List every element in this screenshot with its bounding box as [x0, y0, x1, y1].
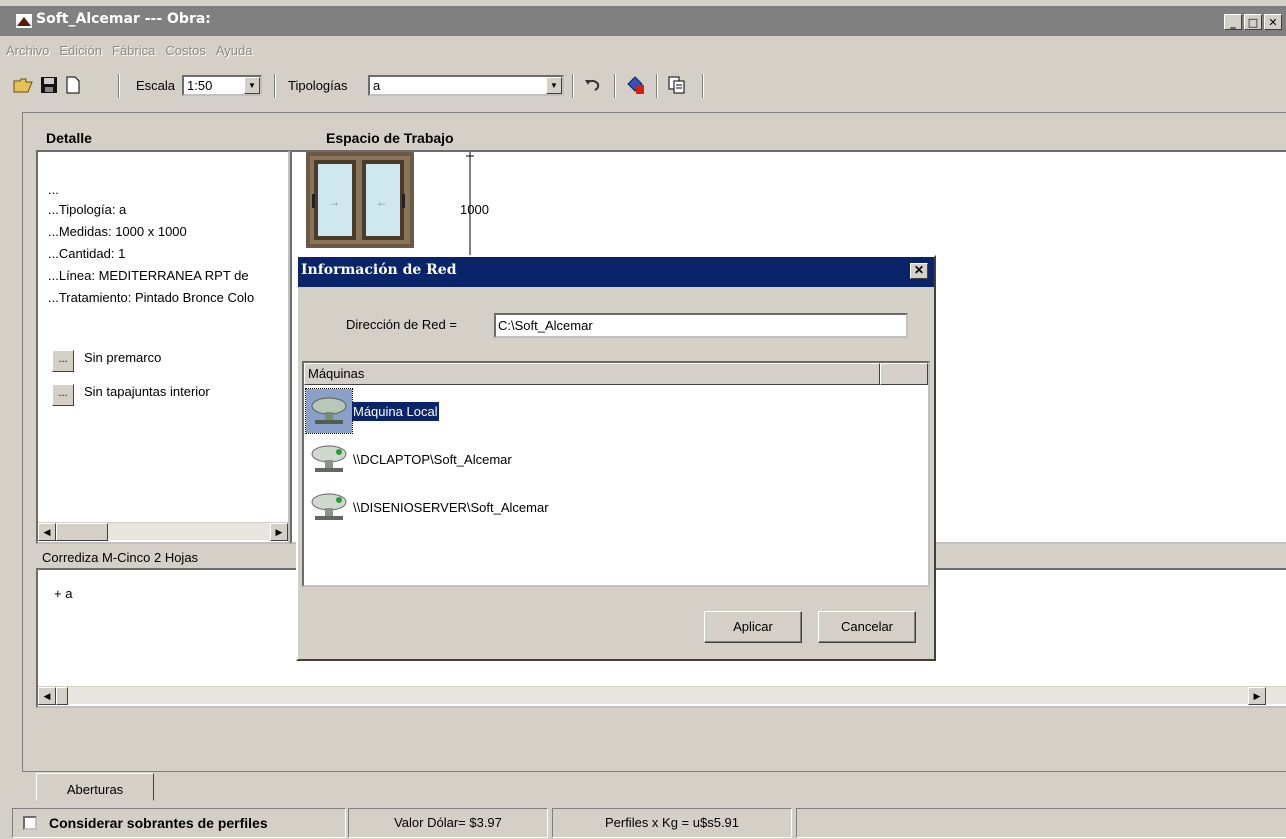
detail-line: ...Tipología: a	[48, 202, 127, 217]
typologies-label: Tipologías	[288, 78, 348, 93]
status-empty	[796, 808, 1286, 838]
column-header-machines[interactable]: Máquinas	[304, 363, 880, 385]
menu-ayuda[interactable]: Ayuda	[216, 40, 253, 62]
network-drive-icon	[306, 437, 352, 481]
window-drawing: → ←	[306, 152, 474, 262]
premarco-button[interactable]: ...	[52, 350, 74, 372]
scale-label: Escala	[136, 78, 176, 93]
detail-panel: ... ...Tipología: a ...Medidas: 1000 x 1…	[36, 150, 290, 544]
leftovers-label: Considerar sobrantes de perfiles	[49, 815, 268, 831]
tapajuntas-button[interactable]: ...	[52, 384, 74, 406]
app-logo-icon	[16, 14, 32, 28]
detail-line: ...Línea: MEDITERRANEA RPT de	[48, 268, 249, 283]
window-title: Soft_Alcemar --- Obra:	[36, 11, 211, 27]
machine-label: \\DCLAPTOP\Soft_Alcemar	[353, 451, 512, 467]
dialog-title: Información de Red	[301, 262, 457, 278]
apply-button[interactable]: Aplicar	[704, 611, 802, 643]
scroll-right-icon[interactable]: ▶	[270, 523, 288, 541]
product-label: Corrediza M-Cinco 2 Hojas	[42, 550, 199, 565]
list-item[interactable]: + a	[54, 586, 72, 601]
typologies-value: a	[373, 78, 381, 93]
menu-costos[interactable]: Costos	[165, 40, 205, 62]
scroll-right-icon[interactable]: ▶	[1248, 687, 1266, 705]
scroll-left-icon[interactable]: ◀	[38, 687, 56, 705]
toolbar: Escala 1:50 ▼ Tipologías a ▼	[0, 68, 1286, 102]
profiles-value: Perfiles x Kg = u$s5.91	[552, 808, 792, 838]
scale-select[interactable]: 1:50 ▼	[182, 75, 262, 96]
svg-text:→: →	[328, 195, 340, 209]
menu-fabrica[interactable]: Fábrica	[112, 40, 155, 62]
dialog-title-bar: Información de Red ✕	[298, 257, 934, 287]
detail-line: ...Cantidad: 1	[48, 246, 126, 261]
list-header: Máquinas	[304, 363, 928, 385]
minimize-button[interactable]: _	[1224, 14, 1242, 30]
network-drive-icon	[306, 485, 352, 529]
machines-list[interactable]: Máquinas Máquina Local \\DCLAPTOP\Soft_A…	[302, 361, 930, 587]
tapajuntas-label: Sin tapajuntas interior	[84, 384, 210, 399]
workspace-heading: Espacio de Trabajo	[324, 130, 456, 146]
close-button[interactable]: ✕	[1264, 14, 1282, 30]
network-info-dialog: Información de Red ✕ Dirección de Red = …	[296, 255, 936, 661]
detail-line: ...	[48, 182, 59, 197]
machine-item-local[interactable]: Máquina Local	[305, 388, 439, 434]
typologies-select[interactable]: a ▼	[368, 75, 564, 96]
address-input[interactable]: C:\Soft_Alcemar	[494, 313, 908, 338]
machine-label: Máquina Local	[352, 401, 439, 421]
toolbar-separator	[656, 74, 658, 98]
machine-item-diseniosserver[interactable]: \\DISENIOSERVER\Soft_Alcemar	[306, 485, 550, 529]
title-bar: Soft_Alcemar --- Obra: _ □ ✕	[0, 6, 1286, 36]
menu-archivo[interactable]: Archivo	[6, 40, 49, 62]
chevron-down-icon[interactable]: ▼	[244, 77, 260, 94]
toolbar-separator	[118, 74, 120, 98]
bottom-hscroll[interactable]: ◀ ▶	[38, 686, 1286, 705]
toolbar-separator	[702, 74, 704, 98]
machine-label: \\DISENIOSERVER\Soft_Alcemar	[353, 499, 549, 515]
scroll-thumb[interactable]	[56, 523, 108, 541]
address-label: Dirección de Red =	[346, 317, 457, 332]
toolbar-separator	[274, 74, 276, 98]
open-folder-icon[interactable]	[12, 74, 34, 96]
detail-hscroll[interactable]: ◀ ▶	[38, 522, 288, 541]
chevron-down-icon[interactable]: ▼	[546, 77, 562, 94]
scroll-left-icon[interactable]: ◀	[38, 523, 56, 541]
status-bar: Considerar sobrantes de perfiles Valor D…	[0, 805, 1286, 839]
undo-icon[interactable]	[582, 74, 604, 96]
copy-icon[interactable]	[666, 74, 688, 96]
save-disk-icon[interactable]	[38, 74, 60, 96]
toolbar-separator	[572, 74, 574, 98]
scale-value: 1:50	[187, 78, 213, 93]
menu-bar: Archivo Edición Fábrica Costos Ayuda	[0, 40, 252, 62]
tab-aberturas[interactable]: Aberturas	[36, 773, 154, 801]
maximize-button[interactable]: □	[1244, 14, 1262, 30]
cancel-button[interactable]: Cancelar	[818, 611, 916, 643]
detail-heading: Detalle	[44, 130, 94, 146]
detail-line: ...Medidas: 1000 x 1000	[48, 224, 187, 239]
column-header-empty[interactable]	[880, 363, 928, 385]
close-icon[interactable]: ✕	[910, 263, 928, 279]
paint-bucket-icon[interactable]	[624, 74, 646, 96]
machine-item-dclaptop[interactable]: \\DCLAPTOP\Soft_Alcemar	[306, 437, 513, 481]
detail-line: ...Tratamiento: Pintado Bronce Colo	[48, 290, 255, 305]
status-checkbox-cell: Considerar sobrantes de perfiles	[12, 808, 346, 838]
leftovers-checkbox[interactable]	[23, 816, 37, 830]
scroll-thumb[interactable]	[56, 687, 68, 705]
toolbar-separator	[614, 74, 616, 98]
menu-edicion[interactable]: Edición	[59, 40, 102, 62]
premarco-label: Sin premarco	[84, 350, 162, 365]
dollar-value: Valor Dólar= $3.97	[348, 808, 548, 838]
network-drive-icon	[305, 388, 353, 434]
svg-text:←: ←	[376, 195, 388, 209]
dimension-label: 1000	[460, 202, 489, 217]
new-document-icon[interactable]	[62, 74, 84, 96]
